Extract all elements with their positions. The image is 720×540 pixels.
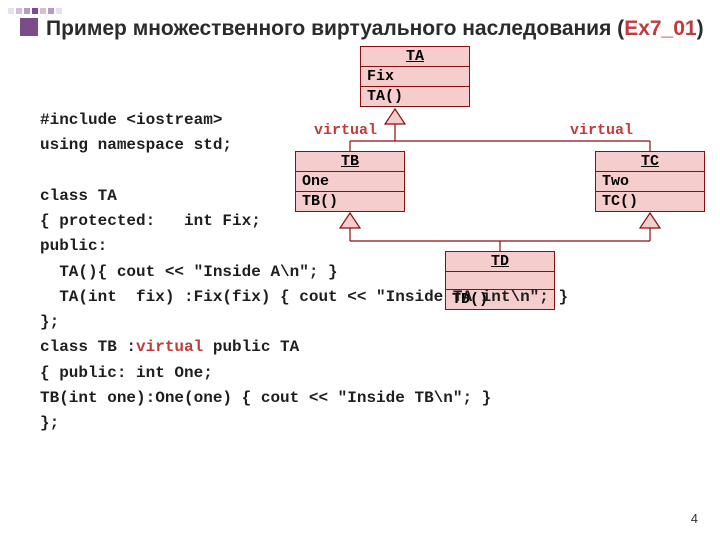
class-tc: TC Two TC() [595,151,705,212]
class-tc-name: TC [596,152,704,172]
class-tc-attr: Two [596,172,704,192]
code-block: #include <iostream> using namespace std;… [40,108,568,436]
title-ex: Ex7_01 [624,17,696,40]
class-ta-name: TA [361,47,469,67]
page-number: 4 [691,511,698,526]
deco-squares [8,8,62,14]
class-tc-op: TC() [596,192,704,211]
title-text-1: Пример множественного виртуального насле… [46,17,624,40]
title-text-2: ) [697,17,704,40]
virtual-label-right: virtual [570,122,633,139]
class-ta-op: TA() [361,87,469,106]
page-title: Пример множественного виртуального насле… [46,16,704,42]
bullet-square [20,18,38,36]
class-ta: TA Fix TA() [360,46,470,107]
class-ta-attr: Fix [361,67,469,87]
